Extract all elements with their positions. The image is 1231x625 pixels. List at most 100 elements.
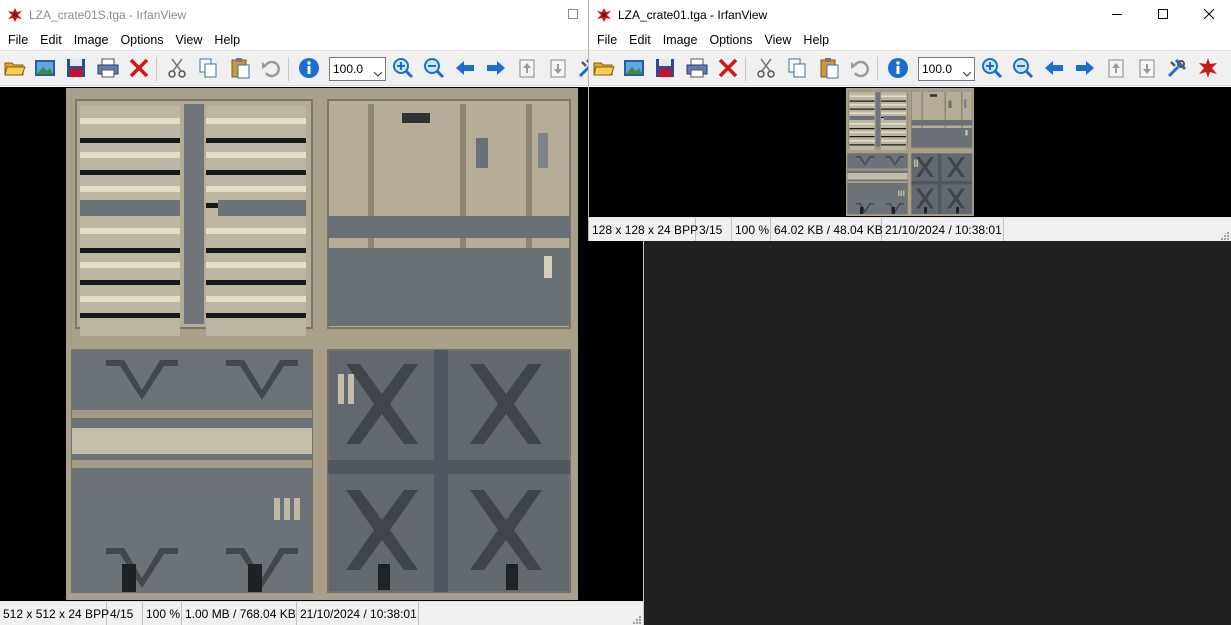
status-zoom: 100 % — [143, 602, 182, 625]
paste-button[interactable] — [227, 56, 253, 82]
open-folder-icon — [3, 56, 27, 83]
zoom-combobox[interactable]: 100.0 — [918, 57, 975, 81]
save-button[interactable] — [652, 56, 678, 82]
save-icon — [64, 56, 88, 83]
irfanview-app-icon[interactable] — [7, 7, 23, 23]
slideshow-icon — [622, 56, 646, 83]
zoom-in-icon — [391, 56, 415, 83]
toolbar: 100.0 — [0, 50, 643, 86]
close-icon — [1203, 8, 1215, 22]
menu-file[interactable]: File — [591, 30, 623, 50]
zoom-value: 100.0 — [333, 62, 364, 76]
menu-image[interactable]: Image — [657, 30, 704, 50]
slideshow-button[interactable] — [621, 56, 647, 82]
image-view[interactable] — [589, 87, 1231, 217]
page-up-button[interactable] — [514, 56, 540, 82]
window-title: LZA_crate01S.tga - IrfanView — [29, 8, 187, 22]
menu-edit[interactable]: Edit — [623, 30, 657, 50]
minimize-button[interactable] — [1094, 0, 1140, 30]
menu-help[interactable]: Help — [208, 30, 246, 50]
zoom-in-button[interactable] — [979, 56, 1005, 82]
info-icon — [297, 56, 321, 83]
zoom-in-button[interactable] — [390, 56, 416, 82]
page-down-icon — [546, 56, 570, 83]
previous-icon — [453, 56, 477, 83]
status-filesize: 1.00 MB / 768.04 KB — [182, 602, 297, 625]
page-up-button[interactable] — [1103, 56, 1129, 82]
cut-button[interactable] — [753, 56, 779, 82]
menu-view[interactable]: View — [170, 30, 209, 50]
maximize-icon — [568, 8, 578, 22]
menu-bar: File Edit Image Options View Help — [589, 30, 1231, 50]
menu-file[interactable]: File — [2, 30, 34, 50]
exit-icon — [1196, 56, 1220, 83]
menu-options[interactable]: Options — [703, 30, 758, 50]
info-button[interactable] — [885, 56, 911, 82]
open-folder-icon — [592, 56, 616, 83]
print-button[interactable] — [95, 56, 121, 82]
delete-button[interactable] — [126, 56, 152, 82]
maximize-icon — [1158, 8, 1168, 22]
next-icon — [484, 56, 508, 83]
menu-help[interactable]: Help — [797, 30, 835, 50]
previous-button[interactable] — [452, 56, 478, 82]
texture-image — [66, 87, 578, 601]
menu-view[interactable]: View — [759, 30, 798, 50]
image-view[interactable] — [0, 87, 643, 601]
irfanview-window-left[interactable]: LZA_crate01S.tga - IrfanView File Edit I… — [0, 0, 644, 625]
zoom-combobox[interactable]: 100.0 — [329, 57, 386, 81]
menu-edit[interactable]: Edit — [34, 30, 68, 50]
status-index: 4/15 — [107, 602, 143, 625]
page-down-icon — [1135, 56, 1159, 83]
menu-options[interactable]: Options — [114, 30, 169, 50]
print-button[interactable] — [684, 56, 710, 82]
delete-button[interactable] — [715, 56, 741, 82]
title-bar[interactable]: LZA_crate01S.tga - IrfanView — [0, 0, 643, 30]
save-button[interactable] — [63, 56, 89, 82]
window-title: LZA_crate01.tga - IrfanView — [618, 8, 768, 22]
paste-button[interactable] — [816, 56, 842, 82]
exit-button[interactable] — [1195, 56, 1221, 82]
toolbar-separator — [877, 57, 878, 81]
undo-button[interactable] — [258, 56, 284, 82]
menu-image[interactable]: Image — [68, 30, 115, 50]
chevron-down-icon[interactable] — [962, 66, 972, 77]
irfanview-window-right[interactable]: LZA_crate01.tga - IrfanView File Edit Im… — [588, 0, 1231, 241]
title-bar[interactable]: LZA_crate01.tga - IrfanView — [589, 0, 1231, 30]
open-folder-button[interactable] — [591, 56, 617, 82]
print-icon — [685, 56, 709, 83]
next-button[interactable] — [483, 56, 509, 82]
resize-grip-icon[interactable] — [631, 613, 641, 624]
zoom-out-button[interactable] — [1010, 56, 1036, 82]
info-button[interactable] — [296, 56, 322, 82]
copy-button[interactable] — [784, 56, 810, 82]
paste-icon — [817, 56, 841, 83]
settings-button[interactable] — [1164, 56, 1190, 82]
undo-icon — [259, 56, 283, 83]
status-dimensions: 512 x 512 x 24 BPP — [0, 602, 109, 625]
page-down-button[interactable] — [1134, 56, 1160, 82]
open-folder-button[interactable] — [2, 56, 28, 82]
previous-button[interactable] — [1041, 56, 1067, 82]
resize-grip-icon[interactable] — [1219, 229, 1229, 240]
save-icon — [653, 56, 677, 83]
zoom-out-button[interactable] — [421, 56, 447, 82]
maximize-button[interactable] — [1140, 0, 1186, 30]
page-down-button[interactable] — [545, 56, 571, 82]
slideshow-button[interactable] — [32, 56, 58, 82]
next-button[interactable] — [1072, 56, 1098, 82]
irfanview-app-icon[interactable] — [596, 7, 612, 23]
status-bar: 512 x 512 x 24 BPP 4/15 100 % 1.00 MB / … — [0, 601, 643, 625]
close-button[interactable] — [1186, 0, 1231, 30]
cut-button[interactable] — [164, 56, 190, 82]
toolbar-separator — [156, 57, 157, 81]
undo-button[interactable] — [847, 56, 873, 82]
copy-button[interactable] — [195, 56, 221, 82]
status-datetime: 21/10/2024 / 10:38:01 — [297, 602, 419, 625]
chevron-down-icon[interactable] — [373, 66, 383, 77]
toolbar: 100.0 — [589, 50, 1231, 86]
page-up-icon — [1104, 56, 1128, 83]
delete-icon — [127, 56, 151, 83]
status-index: 3/15 — [696, 218, 732, 241]
toolbar-separator — [745, 57, 746, 81]
